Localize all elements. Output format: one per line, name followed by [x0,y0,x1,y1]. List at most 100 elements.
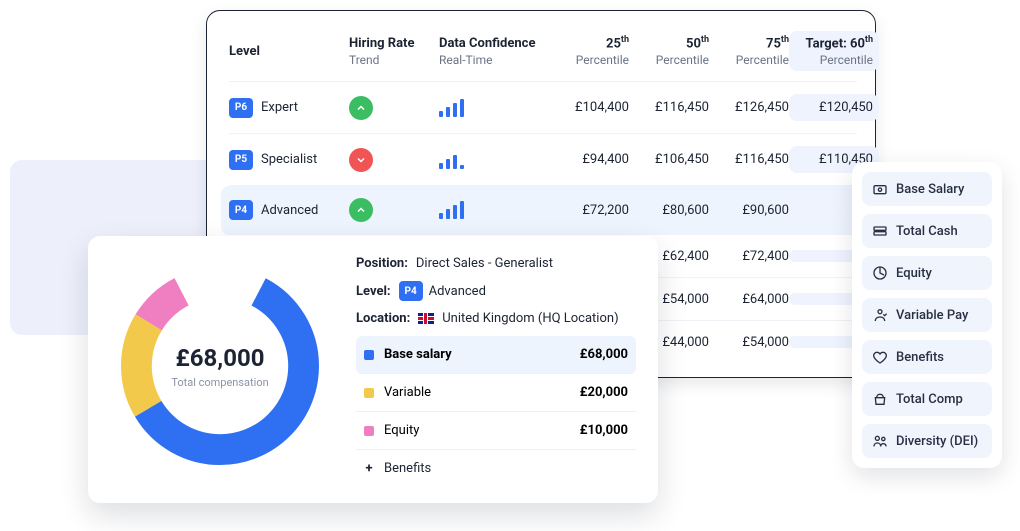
color-swatch-icon [364,350,374,360]
p75-value: £116,450 [709,152,789,167]
trend-cell [349,148,439,172]
benefits-icon [872,349,888,365]
p75-th: th [781,35,789,45]
level-badge: P4 [229,200,253,220]
menu-item-label: Diversity (DEI) [896,434,978,449]
menu-item-equity[interactable]: Equity [862,256,992,290]
level-name: Expert [261,100,298,115]
p50-value: £116,450 [629,100,709,115]
level-line: Level: P4 Advanced [356,281,636,301]
p25-value: £104,400 [549,100,629,115]
menu-item-benefits[interactable]: Benefits [862,340,992,374]
p25-sub: Percentile [549,53,629,67]
trend-cell [349,96,439,120]
menu-item-label: Base Salary [896,182,964,197]
col-p25: 25th Percentile [549,35,629,67]
breakdown-row[interactable]: Equity £10,000 [356,412,636,450]
breakdown-left: Equity [364,423,419,438]
col-level: Level [229,44,349,59]
metrics-menu-card: Base Salary Total Cash Equity Variable Pay B… [852,162,1002,468]
confidence-bars-icon [439,151,549,169]
plus-icon: + [364,461,374,476]
menu-item-total-cash[interactable]: Total Cash [862,214,992,248]
col-hiring-sub: Trend [349,53,439,67]
col-level-title: Level [229,44,349,59]
p50-value: £80,600 [629,203,709,218]
position-key: Position: [356,256,408,271]
col-conf-sub: Real-Time [439,53,549,67]
col-conf-title: Data Confidence [439,36,549,51]
confidence-bars-icon [439,99,549,117]
p75-value: £54,000 [709,335,789,350]
variable-icon [872,307,888,323]
breakdown-label: Base salary [384,347,452,362]
p75-num: 75 [766,36,781,51]
target-sub: Percentile [789,53,873,67]
total-cash-icon [872,223,888,239]
p75-sub: Percentile [709,53,789,67]
donut-chart: £68,000 Total compensation [110,256,330,476]
p25-th: th [621,35,629,45]
menu-item-variable[interactable]: Variable Pay [862,298,992,332]
col-p50: 50th Percentile [629,35,709,67]
total-comp-icon [872,391,888,407]
p50-sub: Percentile [629,53,709,67]
position-line: Position: Direct Sales - Generalist [356,256,636,271]
target-num: Target: 60 [806,36,865,51]
p75-value: £72,400 [709,249,789,264]
menu-item-total-comp[interactable]: Total Comp [862,382,992,416]
location-line: Location: United Kingdom (HQ Location) [356,311,636,326]
p75-value: £90,600 [709,203,789,218]
menu-item-diversity[interactable]: Diversity (DEI) [862,424,992,458]
chevron-up-icon [349,198,373,222]
breakdown-value: £68,000 [580,347,628,362]
level-name: Advanced [261,203,318,218]
p75-value: £64,000 [709,292,789,307]
level-badge: P5 [229,150,253,170]
trend-cell [349,198,439,222]
table-row[interactable]: P6Expert£104,400£116,450£126,450£120,450 [229,82,857,134]
uk-flag-icon [418,313,434,324]
breakdown-row[interactable]: Base salary £68,000 [356,336,636,374]
level-badge: P6 [229,98,253,118]
p50-num: 50 [686,36,701,51]
breakdown-row[interactable]: Variable £20,000 [356,374,636,412]
breakdown-value: £20,000 [580,385,628,400]
table-row[interactable]: P4 Advanced £72,200£80,600£90,600 [221,186,865,235]
add-benefits-row[interactable]: + Benefits [356,450,636,487]
p25-value: £72,200 [549,203,629,218]
p50-value: £106,450 [629,152,709,167]
menu-item-base-salary[interactable]: Base Salary [862,172,992,206]
p25-value: £94,400 [549,152,629,167]
breakdown-value: £10,000 [580,423,628,438]
location-key: Location: [356,311,410,326]
donut-total-value: £68,000 [175,344,264,372]
color-swatch-icon [364,426,374,436]
equity-icon [872,265,888,281]
table-row[interactable]: P5Specialist£94,400£106,450£116,450£110,… [229,134,857,186]
confidence-bars-icon [439,201,549,219]
location-value: United Kingdom (HQ Location) [442,311,618,326]
col-hiring-title: Hiring Rate [349,36,439,51]
donut-center: £68,000 Total compensation [110,256,330,476]
level-name: Specialist [261,152,317,167]
target-value: £120,450 [789,94,879,121]
table-header-row: Level Hiring Rate Trend Data Confidence … [229,25,857,82]
p75-value: £126,450 [709,100,789,115]
menu-item-label: Benefits [896,350,944,365]
benefits-label: Benefits [384,461,431,476]
base-salary-icon [872,181,888,197]
col-confidence: Data Confidence Real-Time [439,36,549,67]
level-key: Level: [356,284,391,299]
breakdown-label: Variable [384,385,431,400]
menu-item-label: Total Comp [896,392,963,407]
compensation-detail-card: £68,000 Total compensation Position: Dir… [88,236,658,503]
color-swatch-icon [364,388,374,398]
chevron-up-icon [349,96,373,120]
chevron-down-icon [349,148,373,172]
target-th: th [865,35,873,45]
menu-item-label: Total Cash [896,224,958,239]
breakdown-left: Variable [364,385,431,400]
col-target: Target: 60th Percentile [789,31,879,71]
col-hiring: Hiring Rate Trend [349,36,439,67]
